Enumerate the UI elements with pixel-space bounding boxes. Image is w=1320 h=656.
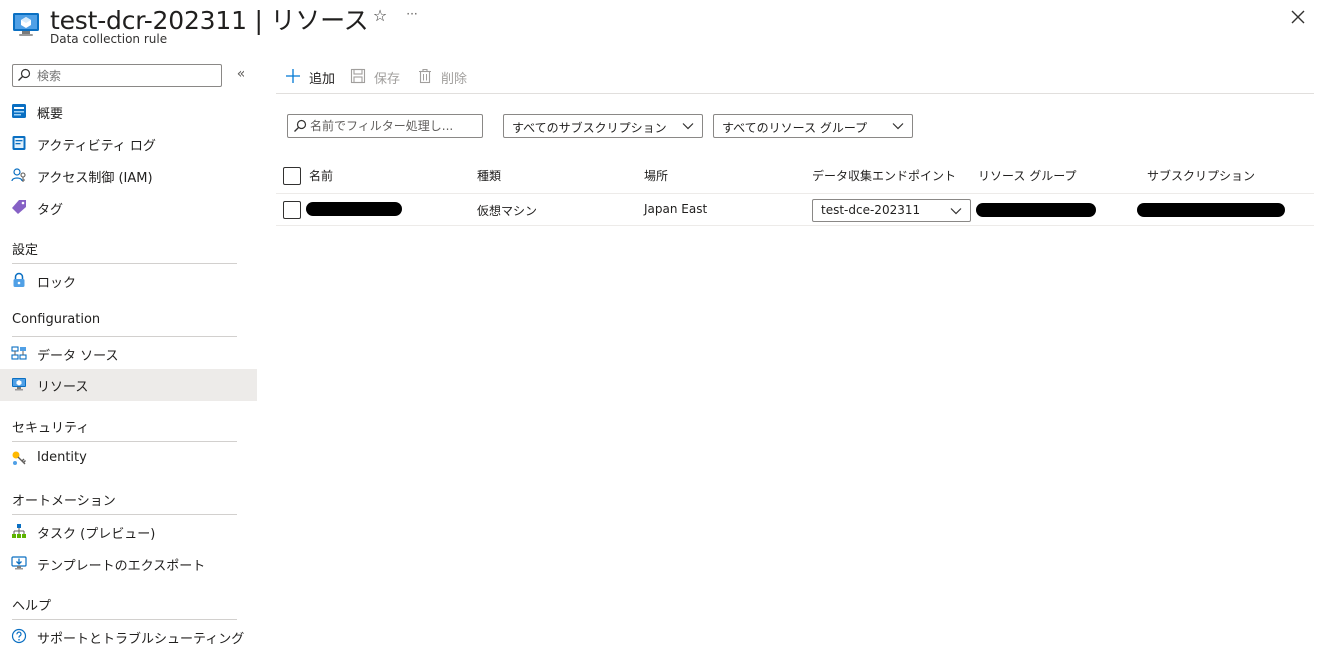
- page-subtitle: Data collection rule: [50, 32, 168, 46]
- delete-label: 削除: [441, 72, 468, 87]
- activity-log-icon: [12, 136, 26, 150]
- sidebar-item-identity[interactable]: Identity: [0, 443, 257, 475]
- endpoint-value: test-dce-202311: [821, 203, 921, 217]
- section-heading-automation: オートメーション: [12, 494, 116, 509]
- sidebar: « 概要 アクティビティ ログ アクセス制御 (IAM): [0, 56, 257, 656]
- overview-icon: [12, 104, 26, 118]
- name-filter-input[interactable]: [310, 117, 478, 135]
- chevron-down-icon: [892, 123, 904, 130]
- redacted-resource-group: [976, 203, 1096, 217]
- sidebar-item-label: テンプレートのエクスポート: [37, 559, 206, 574]
- section-heading-configuration: Configuration: [12, 312, 101, 327]
- lock-icon: [13, 272, 25, 287]
- favorite-star-icon[interactable]: ☆: [371, 7, 389, 25]
- chevron-down-icon: [950, 208, 962, 215]
- column-header-name[interactable]: 名前: [309, 167, 333, 184]
- section-divider: [12, 441, 237, 442]
- sidebar-item-label: データ ソース: [37, 349, 119, 364]
- sidebar-item-iam[interactable]: アクセス制御 (IAM): [0, 160, 257, 192]
- sidebar-item-label: 概要: [37, 107, 64, 122]
- sidebar-item-data-sources[interactable]: データ ソース: [0, 338, 257, 370]
- section-divider: [12, 336, 237, 337]
- command-bar: 追加 保存 削除: [276, 60, 1314, 94]
- search-icon: [294, 119, 307, 132]
- column-header-resource-group[interactable]: リソース グループ: [978, 167, 1077, 184]
- section-heading-settings: 設定: [12, 243, 39, 258]
- search-icon: [18, 68, 31, 81]
- header-divider: [276, 193, 1314, 194]
- select-all-checkbox[interactable]: [283, 167, 301, 185]
- add-label: 追加: [309, 72, 336, 87]
- row-checkbox[interactable]: [283, 201, 301, 219]
- sidebar-item-label: Identity: [37, 450, 87, 465]
- sidebar-item-label: サポートとトラブルシューティング: [37, 632, 245, 647]
- data-collection-rule-icon: [13, 13, 39, 36]
- sidebar-item-resources[interactable]: リソース: [0, 369, 257, 401]
- sidebar-item-support[interactable]: サポートとトラブルシューティング: [0, 621, 257, 653]
- redacted-resource-name: [306, 202, 402, 216]
- sidebar-search[interactable]: [12, 64, 222, 87]
- export-template-icon: [11, 556, 27, 570]
- sidebar-item-lock[interactable]: ロック: [0, 265, 257, 297]
- tag-icon: [12, 200, 26, 214]
- save-icon: [350, 68, 366, 84]
- delete-button[interactable]: 削除: [417, 66, 473, 87]
- sidebar-item-label: アクティビティ ログ: [37, 139, 156, 154]
- data-source-icon: [11, 346, 27, 360]
- trash-icon: [419, 68, 431, 84]
- sidebar-item-label: リソース: [37, 380, 89, 395]
- column-header-endpoint[interactable]: データ収集エンドポイント: [812, 167, 956, 184]
- column-header-subscription[interactable]: サブスクリプション: [1147, 167, 1255, 184]
- sidebar-item-export-template[interactable]: テンプレートのエクスポート: [0, 548, 257, 580]
- page-header: test-dcr-202311 | リソース Data collection r…: [0, 0, 1320, 52]
- more-options-icon[interactable]: ···: [403, 7, 421, 25]
- iam-icon: [11, 168, 26, 182]
- column-header-location[interactable]: 場所: [644, 167, 668, 184]
- sidebar-item-label: タグ: [37, 203, 64, 218]
- resource-group-filter-value: すべてのリソース グループ: [722, 121, 868, 135]
- section-divider: [12, 263, 237, 264]
- endpoint-dropdown[interactable]: test-dce-202311: [812, 199, 971, 222]
- sidebar-item-label: ロック: [37, 276, 77, 291]
- redacted-subscription: [1137, 203, 1285, 217]
- row-type: 仮想マシン: [477, 204, 538, 218]
- sidebar-item-tasks[interactable]: タスク (プレビュー): [0, 516, 257, 548]
- identity-icon: [12, 451, 26, 465]
- resource-icon: [12, 378, 26, 391]
- resource-group-filter-dropdown[interactable]: すべてのリソース グループ: [713, 114, 913, 138]
- row-location: Japan East: [644, 202, 708, 216]
- sidebar-search-input[interactable]: [37, 66, 217, 85]
- column-header-type[interactable]: 種類: [477, 167, 501, 184]
- collapse-sidebar-icon[interactable]: «: [233, 66, 249, 82]
- help-icon: [11, 628, 27, 644]
- save-label: 保存: [374, 72, 401, 87]
- sidebar-item-activity-log[interactable]: アクティビティ ログ: [0, 128, 257, 160]
- subscription-filter-value: すべてのサブスクリプション: [512, 121, 667, 135]
- subscription-filter-dropdown[interactable]: すべてのサブスクリプション: [503, 114, 703, 138]
- chevron-down-icon: [682, 123, 694, 130]
- add-button[interactable]: 追加: [285, 66, 347, 87]
- sidebar-item-label: アクセス制御 (IAM): [37, 171, 153, 186]
- section-heading-security: セキュリティ: [12, 421, 90, 436]
- tasks-icon: [12, 524, 26, 538]
- section-divider: [12, 514, 237, 515]
- plus-icon: [286, 69, 300, 83]
- row-divider: [276, 225, 1314, 226]
- close-icon[interactable]: [1288, 7, 1308, 27]
- name-filter[interactable]: [287, 114, 483, 138]
- sidebar-item-overview[interactable]: 概要: [0, 96, 257, 128]
- sidebar-item-tags[interactable]: タグ: [0, 192, 257, 224]
- save-button[interactable]: 保存: [350, 66, 406, 87]
- section-heading-help: ヘルプ: [12, 599, 52, 614]
- section-divider: [12, 619, 237, 620]
- sidebar-item-label: タスク (プレビュー): [37, 527, 156, 542]
